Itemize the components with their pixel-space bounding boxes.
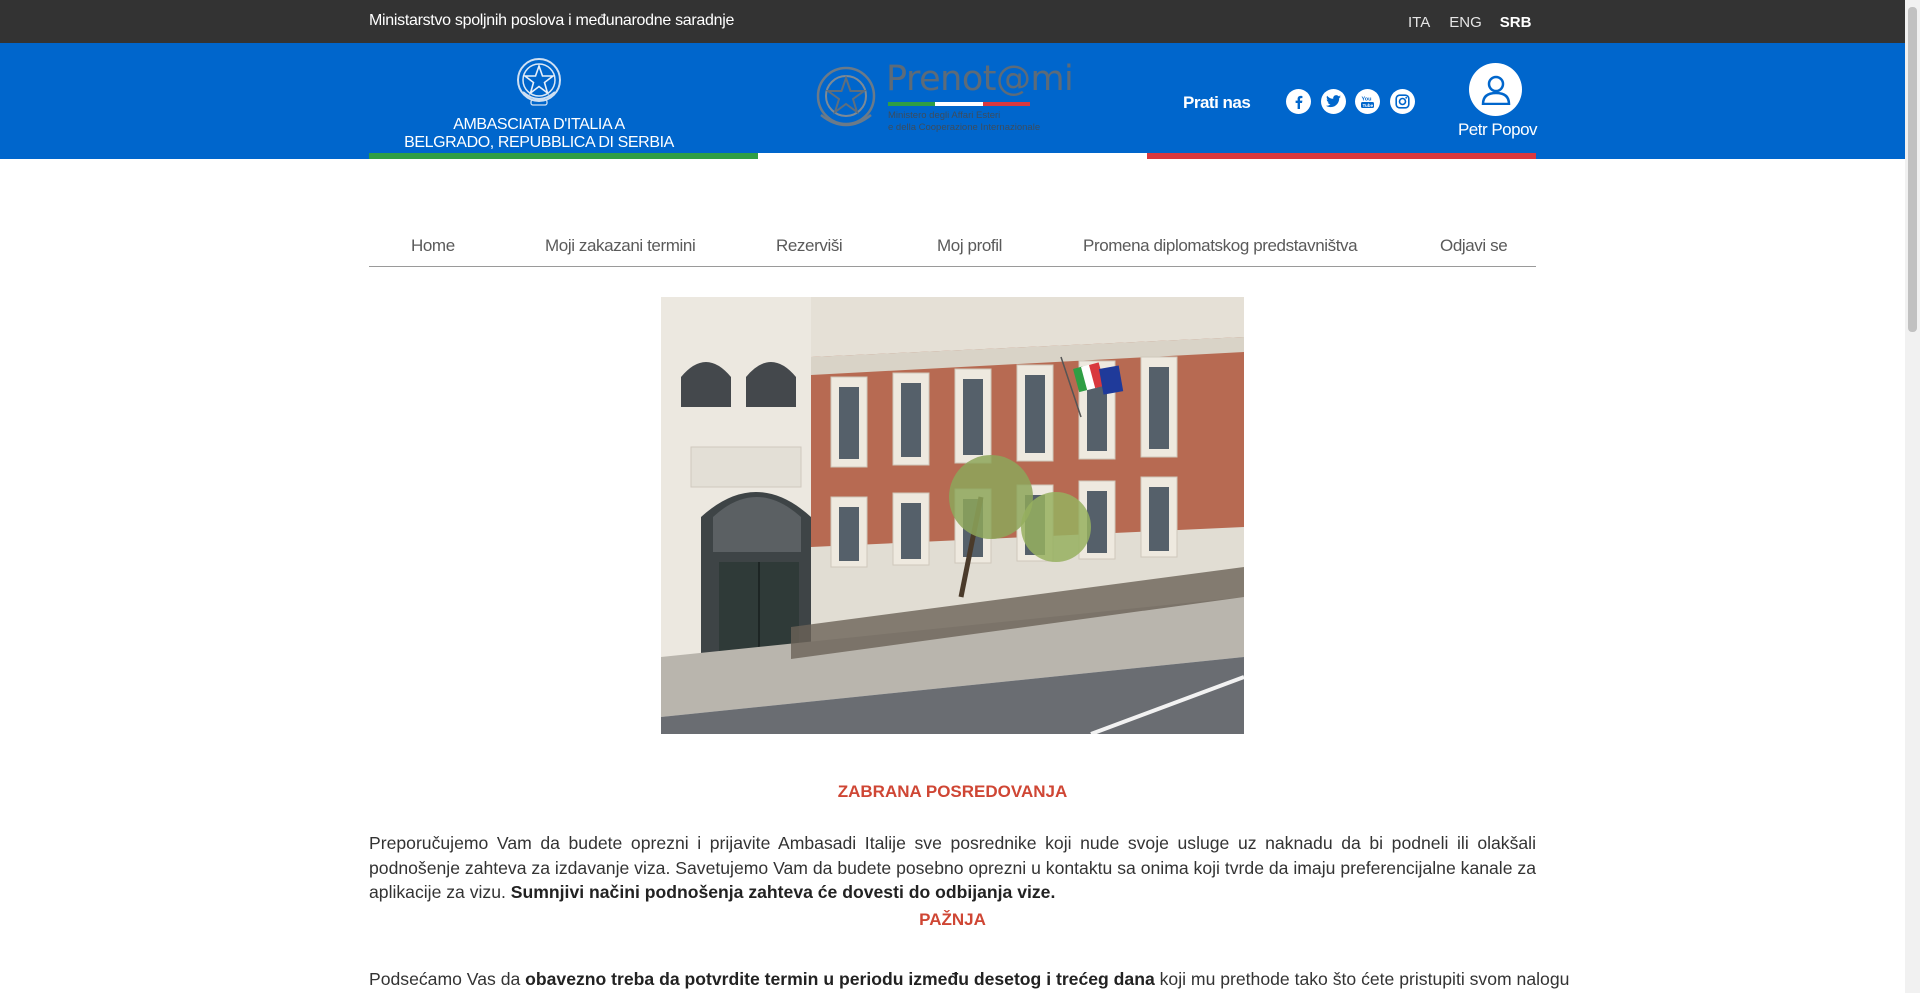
embassy-title-line1: AMBASCIATA D'ITALIA A [453,116,625,133]
lang-eng[interactable]: ENG [1449,14,1482,31]
nav-home[interactable]: Home [411,236,455,256]
prenotami-subtitle-2: e della Cooperazione Internazionale [888,122,1041,133]
prenotami-tricolor [888,102,1030,106]
lang-srb[interactable]: SRB [1500,14,1532,31]
facebook-icon[interactable] [1286,89,1311,114]
page-scrollbar[interactable] [1905,0,1920,993]
scrollbar-thumb[interactable] [1908,7,1917,332]
user-avatar[interactable] [1469,63,1522,116]
nav-book[interactable]: Rezerviši [776,236,843,256]
nav-change-mission[interactable]: Promena diplomatskog predstavništva [1083,236,1358,256]
top-bar: Ministarstvo spoljnih poslova i međunaro… [0,0,1905,43]
svg-text:Tube: Tube [1363,103,1374,108]
reminder-paragraph: Podsećamo Vas da obavezno treba da potvr… [369,967,1569,992]
site-header: AMBASCIATA D'ITALIA A BELGRADO, REPUBBLI… [0,43,1905,159]
reminder-text-bold: obavezno treba da potvrdite termin u per… [525,969,1155,989]
heading-no-intermediaries: ZABRANA POSREDOVANJA [837,782,1068,801]
embassy-title-line2: BELGRADO, REPUBBLICA DI SERBIA [404,134,674,151]
ministry-name: Ministarstvo spoljnih poslova i međunaro… [369,12,735,29]
reminder-text-start: Podsećamo Vas da [369,969,521,989]
svg-text:You: You [1362,97,1372,103]
embassy-title[interactable]: AMBASCIATA D'ITALIA A BELGRADO, REPUBBLI… [369,116,709,152]
prenotami-subtitle-1: Ministero degli Affari Esteri [888,110,1001,121]
lang-ita[interactable]: ITA [1408,14,1430,31]
heading-attention-wrap: PAŽNJA [369,910,1536,930]
warning-text: Preporučujemo Vam da budete oprezni i pr… [369,831,1536,905]
tricolor-bar [369,153,1536,159]
warning-paragraph: Preporučujemo Vam da budete oprezni i pr… [369,831,1536,905]
youtube-icon[interactable]: You Tube [1355,89,1380,114]
nav-my-profile[interactable]: Moj profil [937,236,1002,256]
language-switcher: ITA ENG SRB [1408,14,1531,31]
main-nav: Home Moji zakazani termini Rezerviši Moj… [369,226,1536,267]
heading-no-intermediaries-wrap: ZABRANA POSREDOVANJA [369,782,1536,802]
italian-emblem-icon [517,58,561,106]
user-name[interactable]: Petr Popov [1440,120,1555,140]
embassy-building-photo [661,297,1244,734]
user-icon [1481,75,1510,105]
follow-label: Prati nas [1183,93,1251,112]
republic-emblem-icon [816,66,876,127]
warning-text-bold: Sumnjivi načini podnošenja zahteva će do… [510,882,1056,902]
instagram-icon[interactable] [1390,89,1415,114]
prenotami-logo[interactable]: Prenot@mi Ministero degli Affari Esteri … [886,59,1074,139]
heading-attention: PAŽNJA [919,910,986,929]
reminder-text: Podsećamo Vas da obavezno treba da potvr… [369,967,1569,992]
nav-my-appointments[interactable]: Moji zakazani termini [545,236,696,256]
prenotami-wordmark: Prenot@mi [886,59,1074,99]
nav-logout[interactable]: Odjavi se [1440,236,1508,256]
reminder-text-end: koji mu prethode tako što ćete pristupit… [1159,969,1570,989]
twitter-icon[interactable] [1321,89,1346,114]
